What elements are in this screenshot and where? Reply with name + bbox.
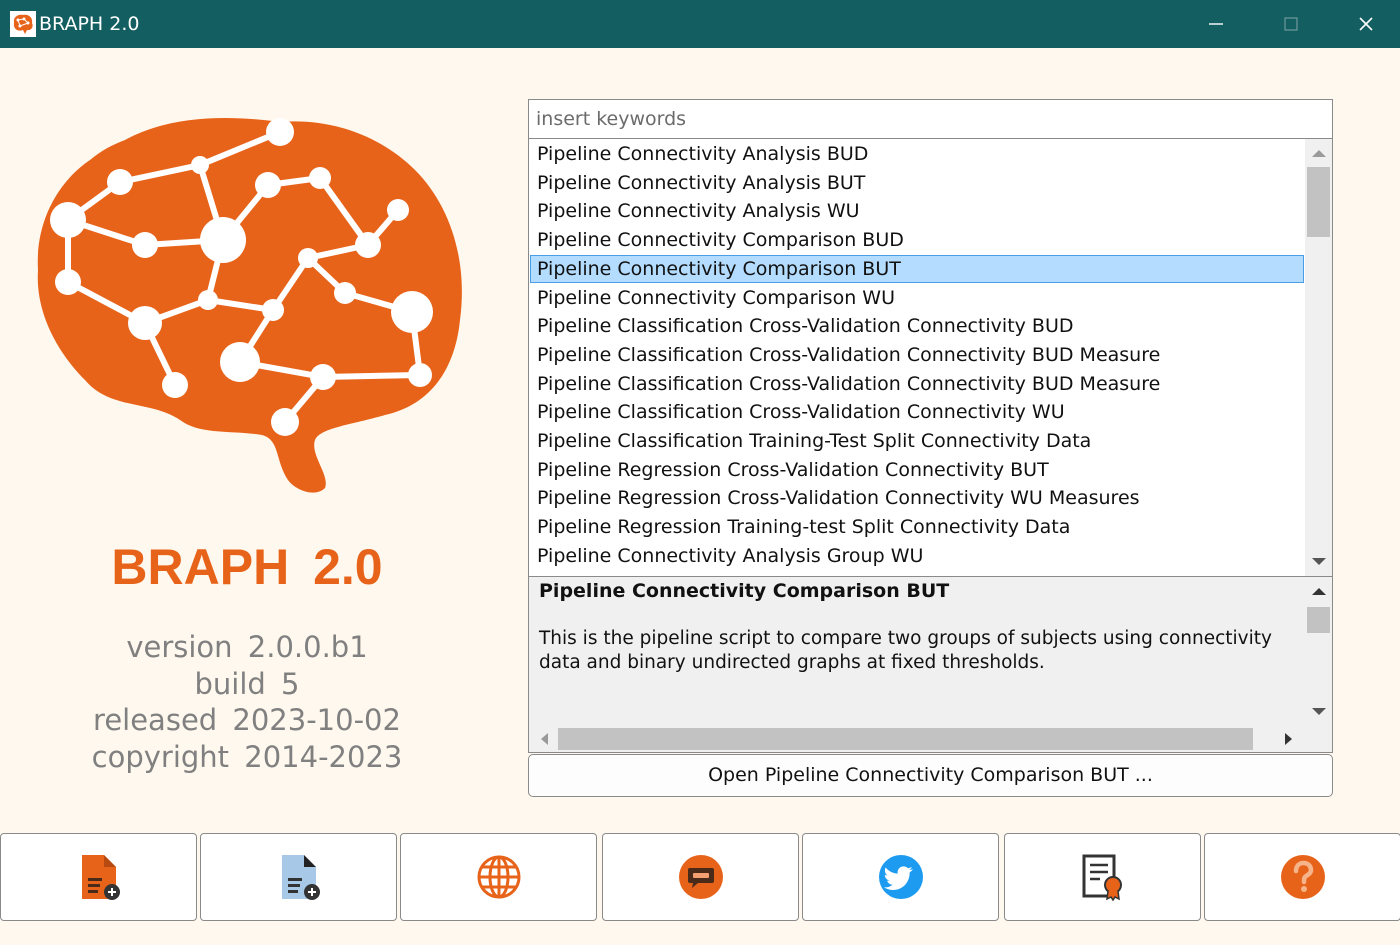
list-item[interactable]: Pipeline Connectivity Analysis BUD <box>530 140 1304 168</box>
list-item[interactable]: Pipeline Connectivity Comparison WU <box>530 284 1304 312</box>
list-item[interactable]: Pipeline Classification Cross-Validation… <box>530 370 1304 398</box>
release-date-text: released 2023-10-02 <box>93 703 401 737</box>
scroll-thumb[interactable] <box>1307 607 1330 633</box>
scroll-thumb[interactable] <box>558 728 1253 750</box>
scroll-right-icon[interactable] <box>1285 733 1292 745</box>
new-script-icon <box>81 855 120 900</box>
twitter-icon <box>878 855 923 899</box>
minimize-icon <box>1209 23 1223 25</box>
list-item[interactable]: Pipeline Connectivity Comparison BUT <box>530 254 1304 283</box>
website-globe-icon <box>477 855 520 899</box>
close-icon <box>1359 17 1373 31</box>
description-horizontal-scrollbar[interactable] <box>529 726 1305 752</box>
close-button[interactable] <box>1331 0 1400 48</box>
list-item[interactable]: Pipeline Classification Cross-Validation… <box>530 341 1304 369</box>
new-script-button[interactable] <box>0 833 197 921</box>
list-item[interactable]: Pipeline Connectivity Analysis WU <box>530 197 1304 225</box>
help-button[interactable] <box>1204 833 1400 921</box>
scroll-down-icon[interactable] <box>1312 558 1326 565</box>
description-title: Pipeline Connectivity Comparison BUT <box>539 580 950 602</box>
scroll-down-icon[interactable] <box>1312 708 1326 715</box>
list-item[interactable]: Pipeline Classification Training-Test Sp… <box>530 427 1304 455</box>
scroll-up-icon[interactable] <box>1312 150 1326 157</box>
list-item[interactable]: Pipeline Classification Cross-Validation… <box>530 312 1304 340</box>
minimize-button[interactable] <box>1181 0 1251 48</box>
description-text: This is the pipeline script to compare t… <box>539 628 1272 673</box>
forum-chat-icon <box>678 855 723 899</box>
scroll-thumb[interactable] <box>1307 167 1330 237</box>
title-bar: BRAPH 2.0 <box>0 0 1400 48</box>
license-certificate-icon <box>1082 854 1122 902</box>
list-item[interactable]: Pipeline Connectivity Analysis BUT <box>530 169 1304 197</box>
window-title: BRAPH 2.0 <box>39 13 140 35</box>
version-text: version 2.0.0.b1 <box>126 630 368 664</box>
search-input[interactable] <box>528 99 1333 139</box>
maximize-button[interactable] <box>1256 0 1326 48</box>
brain-icon <box>10 11 36 37</box>
open-script-icon <box>281 855 320 900</box>
list-item[interactable]: Pipeline Regression Training-test Split … <box>530 513 1304 541</box>
copyright-text: copyright 2014-2023 <box>91 740 403 774</box>
list-vertical-scrollbar[interactable] <box>1305 139 1332 576</box>
list-item[interactable]: Pipeline Connectivity Analysis Group WU <box>530 542 1304 570</box>
description-vertical-scrollbar[interactable] <box>1305 577 1332 727</box>
help-question-icon <box>1280 855 1325 899</box>
open-script-button[interactable] <box>200 833 397 921</box>
twitter-button[interactable] <box>802 833 999 921</box>
build-text: build 5 <box>194 667 300 701</box>
website-button[interactable] <box>400 833 597 921</box>
list-item[interactable]: Pipeline Regression Cross-Validation Con… <box>530 484 1304 512</box>
brain-logo <box>37 117 462 493</box>
app-name: BRAPH 2.0 <box>111 539 383 595</box>
scroll-left-icon[interactable] <box>541 733 548 745</box>
license-button[interactable] <box>1004 833 1201 921</box>
list-item[interactable]: Pipeline Classification Cross-Validation… <box>530 398 1304 426</box>
list-item[interactable]: Pipeline Regression Cross-Validation Con… <box>530 456 1304 484</box>
list-item[interactable]: Pipeline Connectivity Comparison BUD <box>530 226 1304 254</box>
pipeline-list[interactable]: Pipeline Connectivity Analysis BUD Pipeli… <box>528 138 1333 577</box>
maximize-icon <box>1284 17 1298 31</box>
scroll-up-icon[interactable] <box>1312 588 1326 595</box>
forum-button[interactable] <box>602 833 799 921</box>
pipeline-description-panel: Pipeline Connectivity Comparison BUT Thi… <box>528 576 1333 753</box>
open-pipeline-button[interactable]: Open Pipeline Connectivity Comparison BU… <box>528 754 1333 797</box>
